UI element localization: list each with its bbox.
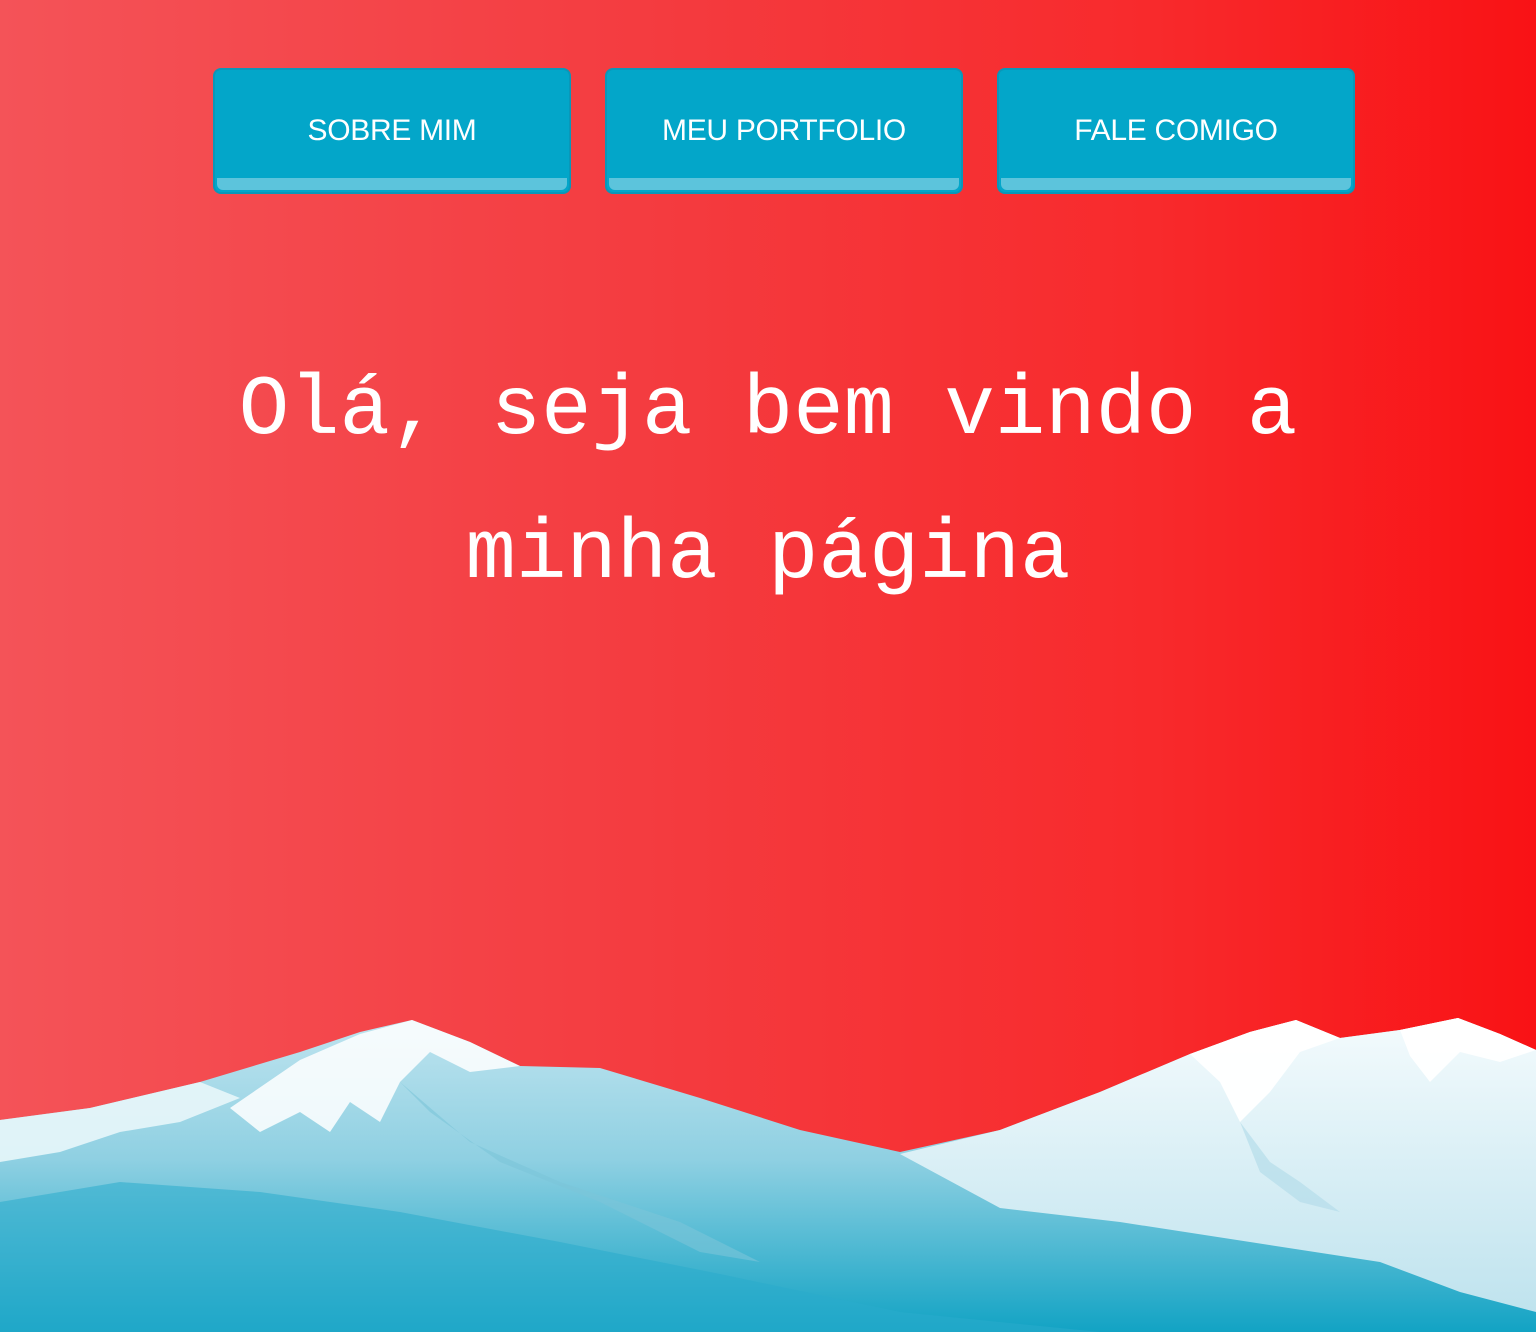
welcome-heading-line-2: minha página xyxy=(465,508,1071,603)
main-navigation: SOBRE MIM MEU PORTFOLIO FALE COMIGO xyxy=(0,68,1536,198)
welcome-heading: Olá, seja bem vindo a minha página xyxy=(0,340,1536,628)
button-lip xyxy=(1001,178,1351,190)
fale-comigo-button[interactable]: FALE COMIGO xyxy=(997,68,1355,194)
button-lip xyxy=(609,178,959,190)
meu-portfolio-button[interactable]: MEU PORTFOLIO xyxy=(605,68,963,194)
meu-portfolio-label: MEU PORTFOLIO xyxy=(662,114,906,147)
welcome-heading-line-1: Olá, seja bem vindo a xyxy=(238,364,1298,459)
button-lip xyxy=(217,178,567,190)
sobre-mim-label: SOBRE MIM xyxy=(307,114,477,147)
snowy-mountains-icon xyxy=(0,1018,1536,1332)
fale-comigo-label: FALE COMIGO xyxy=(1074,114,1278,147)
sobre-mim-button[interactable]: SOBRE MIM xyxy=(213,68,571,194)
